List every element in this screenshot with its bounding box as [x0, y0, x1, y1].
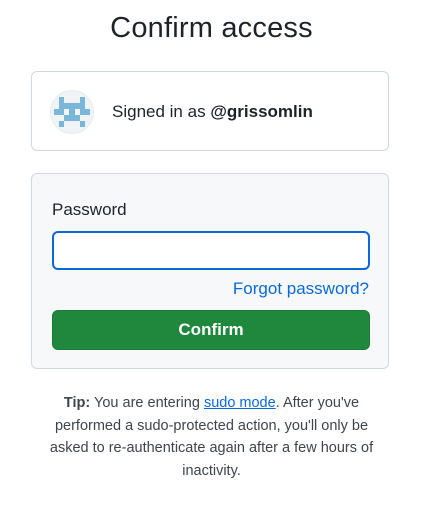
tip-label: Tip:: [63, 395, 91, 411]
username: @grissomlin: [210, 102, 313, 121]
password-input[interactable]: [52, 231, 370, 270]
confirm-access-page: Confirm access Signed in as @grissomlin …: [0, 0, 447, 528]
signed-in-prefix: Signed in as: [112, 102, 206, 121]
identicon-avatar-icon: [51, 91, 93, 133]
sudo-mode-tip: Tip: You are entering sudo mode. After y…: [45, 392, 378, 482]
avatar: [51, 91, 93, 133]
confirm-button[interactable]: Confirm: [52, 310, 370, 350]
password-label: Password: [52, 200, 127, 219]
signed-in-account-box: Signed in as @grissomlin: [31, 71, 389, 151]
tip-text-before-link: You are entering: [94, 395, 200, 411]
sudo-mode-link[interactable]: sudo mode: [204, 395, 276, 411]
signed-in-text: Signed in as @grissomlin: [112, 102, 313, 122]
page-title: Confirm access: [110, 12, 313, 44]
forgot-password-link[interactable]: Forgot password?: [233, 279, 369, 299]
password-form: Password Forgot password? Confirm: [31, 173, 389, 369]
